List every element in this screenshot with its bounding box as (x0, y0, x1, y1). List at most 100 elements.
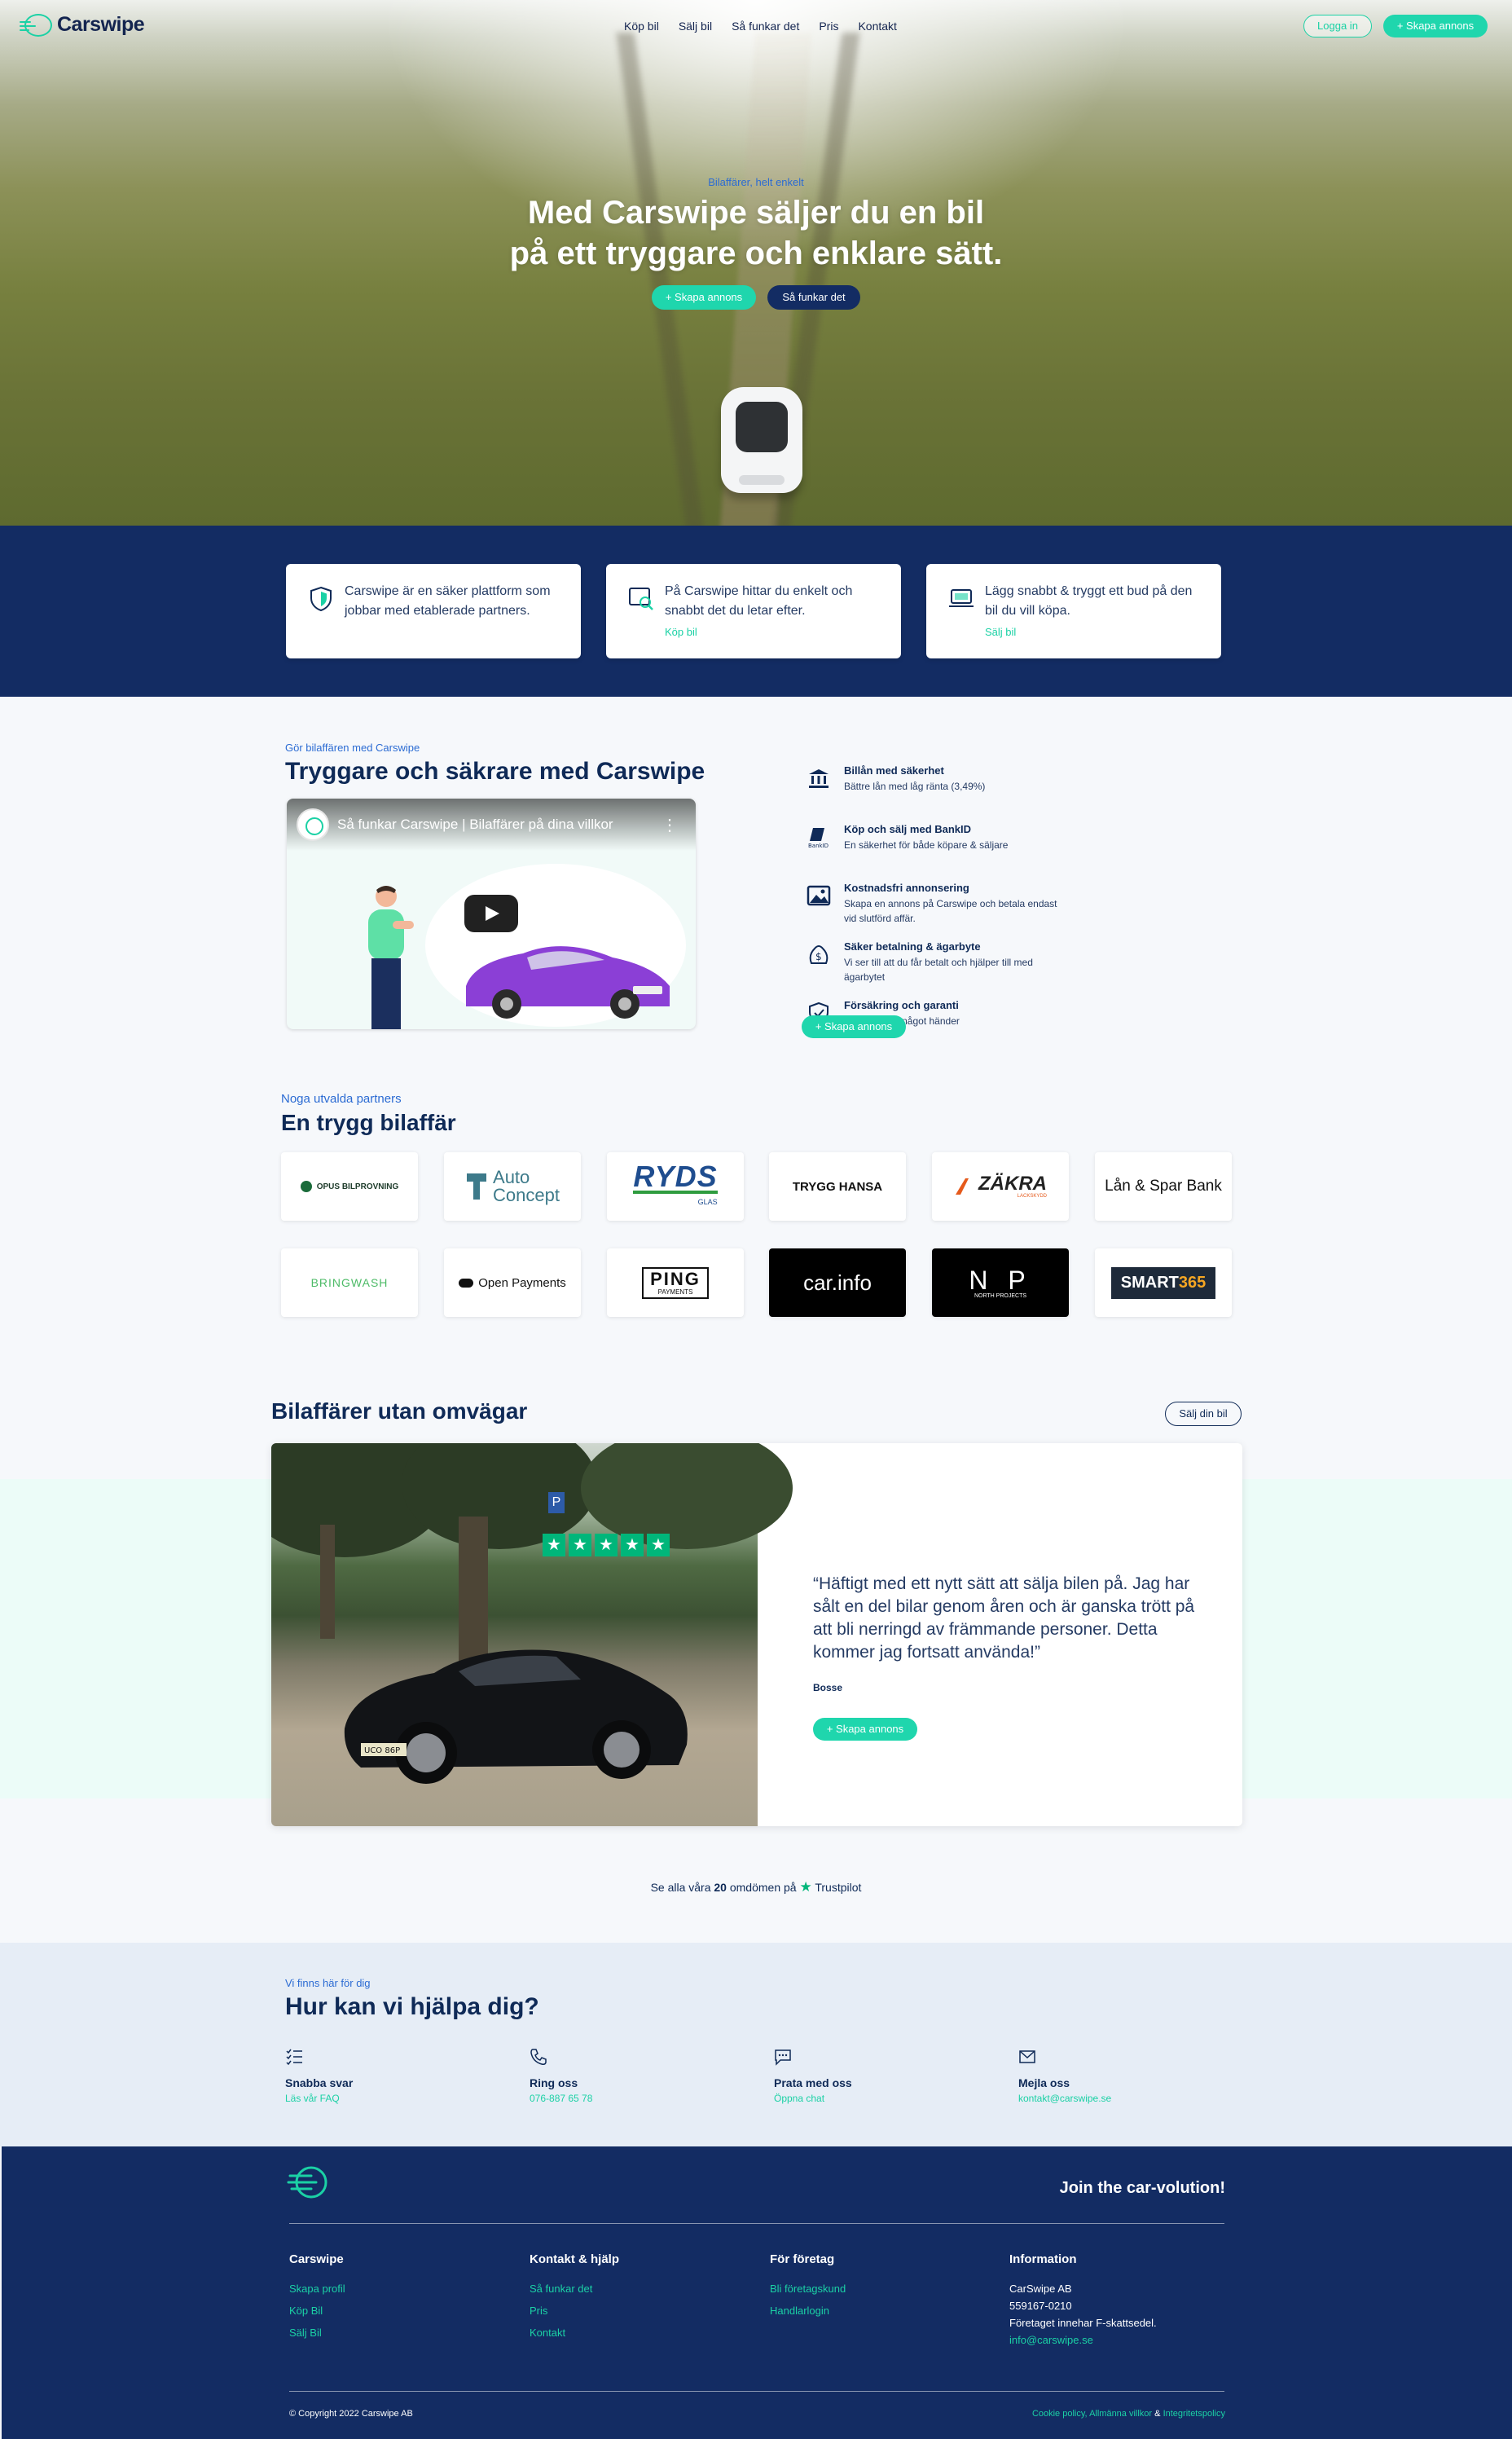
sell-car-button[interactable]: Sälj din bil (1165, 1402, 1242, 1426)
chat-icon (775, 2049, 791, 2066)
benefit-text: En säkerhet för både köpare & säljare (844, 839, 1009, 851)
search-icon (629, 588, 653, 610)
testimonial-create-ad-button[interactable]: + Skapa annons (813, 1718, 917, 1741)
testimonial-section-title: Bilaffärer utan omvägar (271, 1398, 528, 1424)
video-player[interactable]: Så funkar Carswipe | Bilaffärer på dina … (287, 799, 696, 1029)
help-kicker: Vi finns här för dig (285, 1977, 371, 1989)
cookie-policy-link[interactable]: Cookie policy, (1032, 2409, 1088, 2419)
channel-avatar[interactable] (297, 808, 329, 841)
help-item-chat: Prata med oss Öppna chat (774, 2048, 986, 2106)
partner-logo-lansparbank: Lån & Spar Bank (1095, 1152, 1232, 1221)
logo-icon (20, 13, 52, 37)
legal-links: Cookie policy, Allmänna villkor & Integr… (896, 2409, 1225, 2419)
benefits-create-ad-button[interactable]: + Skapa annons (802, 1015, 906, 1038)
nav-link-buy[interactable]: Köp bil (624, 20, 659, 33)
help-title: Hur kan vi hjälpa dig? (285, 1993, 539, 2020)
benefit-title: Säker betalning & ägarbyte (844, 940, 981, 953)
video-title[interactable]: Så funkar Carswipe | Bilaffärer på dina … (337, 817, 613, 833)
feature-text: Carswipe är en säker plattform som jobba… (345, 584, 551, 618)
feature-card: På Carswipe hittar du enkelt och snabbt … (606, 564, 901, 658)
footer-col-title: Kontakt & hjälp (530, 2252, 620, 2266)
hero-tire-track (616, 33, 705, 526)
footer-col-carswipe: Carswipe Skapa profil Köp Bil Sälj Bil (289, 2252, 501, 2349)
about-kicker: Gör bilaffären med Carswipe (285, 742, 420, 754)
create-ad-button[interactable]: + Skapa annons (1383, 15, 1488, 37)
trustpilot-prefix: Se alla våra (650, 1881, 711, 1894)
footer-col-info: Information CarSwipe AB 559167-0210 Före… (1009, 2252, 1221, 2356)
login-button[interactable]: Logga in (1303, 15, 1372, 37)
chat-link[interactable]: Öppna chat (774, 2093, 824, 2104)
privacy-link[interactable]: Integritetspolicy (1163, 2409, 1225, 2419)
faq-link[interactable]: Läs vår FAQ (285, 2093, 340, 2104)
partner-logo-carinfo: car.info (769, 1248, 906, 1317)
benefit-text: Vi ser till att du får betalt och hjälpe… (844, 957, 1033, 983)
footer-link[interactable]: Kontakt (530, 2327, 741, 2339)
nav-link-price[interactable]: Pris (819, 20, 838, 33)
phone-link[interactable]: 076-887 65 78 (530, 2093, 592, 2104)
help-section (0, 1943, 1512, 2146)
benefit-text: Bättre lån med låg ränta (3,49%) (844, 781, 986, 792)
footer-info-line: 559167-0210 (1009, 2300, 1072, 2312)
footer-link[interactable]: Så funkar det (530, 2283, 741, 2295)
svg-text:$: $ (815, 951, 822, 962)
nav-link-sell[interactable]: Sälj bil (679, 20, 712, 33)
svg-text:BankID: BankID (808, 843, 829, 849)
star-icon: ★ (569, 1534, 591, 1556)
more-options-icon[interactable]: ⋮ (662, 815, 678, 835)
footer-link[interactable]: Skapa profil (289, 2283, 501, 2295)
car-illustration (466, 946, 670, 1019)
svg-text:UCO 86P: UCO 86P (364, 1746, 400, 1755)
footer-link[interactable]: Pris (530, 2305, 741, 2317)
footer-col-contact: Kontakt & hjälp Så funkar det Pris Konta… (530, 2252, 741, 2349)
hero: Carswipe Köp bil Sälj bil Så funkar det … (0, 0, 1512, 526)
partner-logo-autoconcept: Auto Concept (444, 1152, 581, 1221)
partner-logo-trygghansa: TRYGG HANSA (769, 1152, 906, 1221)
email-link[interactable]: kontakt@carswipe.se (1018, 2093, 1111, 2104)
hero-how-it-works-button[interactable]: Så funkar det (767, 285, 860, 310)
trustpilot-line[interactable]: Se alla våra 20 omdömen på ★ Trustpilot (0, 1879, 1512, 1895)
footer-info-line: CarSwipe AB (1009, 2283, 1072, 2295)
partners-title: En trygg bilaffär (281, 1110, 456, 1135)
trustpilot-suffix: omdömen på (729, 1881, 797, 1894)
footer-tagline: Join the car-volution! (1059, 2179, 1225, 2197)
play-button[interactable] (464, 895, 518, 932)
hero-create-ad-button[interactable]: + Skapa annons (652, 285, 756, 310)
partner-logo-smart365: SMART365 (1095, 1248, 1232, 1317)
benefit-title: Köp och sälj med BankID (844, 823, 972, 835)
benefit-title: Försäkring och garanti (844, 999, 959, 1011)
partners-kicker: Noga utvalda partners (281, 1092, 402, 1106)
footer-link[interactable]: Bli företagskund (770, 2283, 982, 2295)
terms-link[interactable]: Allmänna villkor (1089, 2409, 1152, 2419)
nav-link-contact[interactable]: Kontakt (858, 20, 896, 33)
page: Carswipe Köp bil Sälj bil Så funkar det … (0, 0, 1512, 2439)
logo[interactable]: Carswipe (20, 13, 145, 37)
footer-link[interactable]: Köp Bil (289, 2305, 501, 2317)
hero-title: Med Carswipe säljer du en bil på ett try… (0, 192, 1512, 274)
partner-logo-ping: PING PAYMENTS (607, 1248, 744, 1317)
testimonial-quote: “Häftigt med ett nytt sätt att sälja bil… (813, 1574, 1195, 1662)
feature-card: Lägg snabbt & tryggt ett bud på den bil … (926, 564, 1221, 658)
footer-info-line: Företaget innehar F-skattsedel. (1009, 2317, 1157, 2329)
footer-col-title: Information (1009, 2252, 1077, 2266)
feature-link-buy[interactable]: Köp bil (665, 626, 697, 638)
help-item-title: Mejla oss (1018, 2076, 1070, 2089)
nav-link-how[interactable]: Så funkar det (732, 20, 799, 33)
hero-car-image (721, 387, 802, 493)
benefit-item: BankID Köp och sälj med BankID En säkerh… (803, 823, 1064, 882)
benefit-item: Billån med säkerhet Bättre lån med låg r… (803, 764, 1064, 823)
partner-logo-bringwash: BRINGWASH (281, 1248, 418, 1317)
partner-logo-ryds: RYDS GLAS (607, 1152, 744, 1221)
trustpilot-count: 20 (714, 1881, 727, 1894)
testimonial-photo: P UCO 86P (271, 1443, 793, 1826)
partner-logo-zakra: ZÄKRA LACKSKYDD (932, 1152, 1069, 1221)
jaguar-car-image: UCO 86P (344, 1649, 688, 1784)
testimonial-author: Bosse (813, 1682, 843, 1693)
footer-link[interactable]: Handlarlogin (770, 2305, 982, 2317)
footer-link[interactable]: Sälj Bil (289, 2327, 501, 2339)
feature-link-sell[interactable]: Sälj bil (985, 626, 1016, 638)
footer-logo-icon[interactable] (287, 2164, 329, 2200)
trustpilot-brand[interactable]: Trustpilot (815, 1881, 861, 1894)
star-icon: ★ (543, 1534, 565, 1556)
bank-icon (809, 769, 829, 788)
footer-email-link[interactable]: info@carswipe.se (1009, 2334, 1221, 2346)
